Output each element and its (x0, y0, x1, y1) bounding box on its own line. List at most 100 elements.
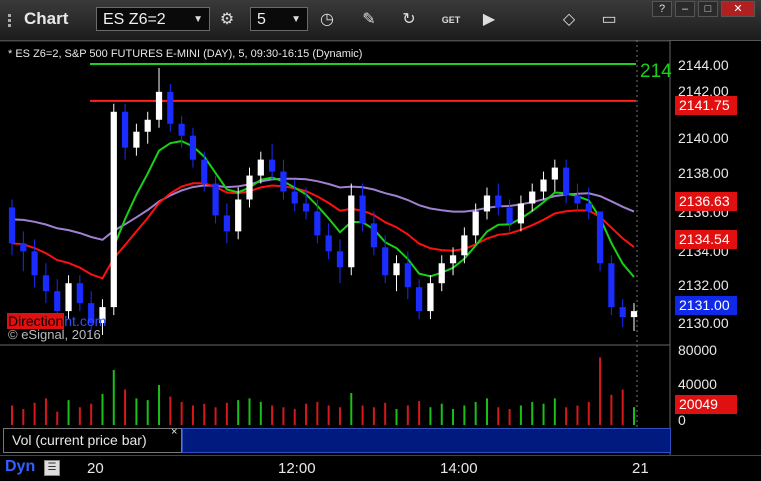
time-axis: Dyn ☰ 20 12:00 14:00 21 (0, 455, 761, 481)
candle-body (585, 203, 592, 212)
candle-body (359, 195, 366, 224)
candle-body (257, 159, 264, 176)
candle-body (167, 91, 174, 124)
candle-body (438, 263, 445, 284)
settings-gear-icon[interactable]: ⚙ (216, 9, 238, 31)
candle-body (280, 171, 287, 192)
candle-body (517, 203, 525, 224)
window-title: Chart (24, 9, 69, 28)
help-label: ? (658, 3, 666, 15)
minimize-label: – (681, 3, 689, 15)
volume-tick: 0 (678, 412, 686, 428)
candle-body (31, 251, 38, 276)
volume-panel-label[interactable]: Vol (current price bar) (3, 428, 182, 453)
close-icon[interactable]: × (171, 426, 177, 438)
green-moving-average (112, 140, 635, 278)
maximize-button[interactable]: □ (698, 1, 718, 17)
candle-body (314, 211, 321, 236)
candle-body (54, 291, 61, 312)
price-tick: 2138.00 (678, 165, 729, 181)
price-tick: 2132.00 (678, 277, 729, 293)
toolbar: Chart ES Z6=2 ▼ ⚙ 5 ▼ ◷ ✎ ↻ GET ▶ ◇ ▭ ? … (0, 0, 761, 41)
chart-plot (0, 40, 671, 455)
candle-body (449, 255, 457, 264)
candle-body (551, 167, 558, 180)
grip-icon (8, 14, 11, 27)
chevron-down-icon: ▼ (291, 14, 301, 25)
minimize-button[interactable]: – (675, 1, 695, 17)
candle-body (65, 283, 72, 312)
green-line-label: 214 (640, 61, 672, 82)
chart-window: Chart ES Z6=2 ▼ ⚙ 5 ▼ ◷ ✎ ↻ GET ▶ ◇ ▭ ? … (0, 0, 761, 481)
candle-body (563, 167, 570, 196)
candle-body (189, 135, 197, 160)
candle-body (619, 307, 626, 318)
candle-body (246, 175, 253, 200)
volume-tag: 20049 (675, 395, 737, 414)
volume-tick: 40000 (678, 376, 717, 392)
copyright: © eSignal, 2016 (8, 327, 101, 342)
candle-body (155, 91, 163, 120)
price-tag-red-line: 2141.75 (675, 96, 737, 115)
candle-body (235, 199, 242, 232)
candle-body (121, 111, 129, 148)
candle-body (212, 183, 219, 216)
clock-icon[interactable]: ◷ (316, 9, 338, 31)
candle-body (178, 123, 185, 136)
refresh-icon[interactable]: ↻ (398, 9, 420, 31)
candle-body (110, 111, 117, 308)
candle-body (291, 191, 298, 204)
chart-legend: * ES Z6=2, S&P 500 FUTURES E-MINI (DAY),… (8, 48, 363, 60)
candle-body (133, 131, 140, 148)
help-button[interactable]: ? (652, 1, 672, 17)
candle-body (20, 243, 27, 252)
candle-body (404, 263, 411, 288)
comment-icon[interactable]: ▭ (598, 9, 620, 31)
interval-select[interactable]: 5 ▼ (250, 7, 308, 31)
red-moving-average (11, 182, 635, 280)
symbol-value: ES Z6=2 (103, 11, 166, 28)
diamond-tool-icon[interactable]: ◇ (558, 9, 580, 31)
candle-body (302, 203, 310, 212)
maximize-label: □ (704, 3, 712, 15)
time-tick: 20 (87, 460, 104, 477)
candle-body (608, 263, 615, 308)
candle-body (506, 207, 513, 224)
candle-body (144, 119, 151, 132)
volume-tick: 80000 (678, 342, 717, 358)
symbol-select[interactable]: ES Z6=2 ▼ (96, 7, 210, 31)
candle-body (416, 287, 423, 312)
candle-body (472, 211, 479, 236)
price-tag-ma: 2136.63 (675, 192, 737, 211)
candle-body (540, 179, 547, 192)
candle-body (325, 235, 332, 252)
get-icon[interactable]: GET (440, 9, 462, 31)
calendar-icon[interactable]: ☰ (44, 460, 60, 476)
volume-panel-bar (182, 428, 671, 453)
dynamic-button[interactable]: Dyn (5, 458, 35, 476)
candle-body (268, 159, 276, 172)
candle-body (348, 195, 355, 268)
candle-body (76, 283, 83, 304)
candle-body (630, 311, 638, 318)
candle-body (393, 263, 400, 276)
pencil-icon[interactable]: ✎ (358, 9, 380, 31)
candle-body (370, 223, 378, 248)
interval-value: 5 (257, 11, 266, 28)
price-tick: 2130.00 (678, 315, 729, 331)
candle-body (495, 195, 502, 208)
price-tick: 2144.00 (678, 57, 729, 73)
candle-body (336, 251, 344, 268)
price-tick: 2140.00 (678, 130, 729, 146)
price-tag-ma-fast: 2134.54 (675, 230, 737, 249)
close-label: ✕ (733, 3, 743, 15)
close-button[interactable]: ✕ (721, 1, 755, 17)
candle-body (382, 247, 389, 276)
chevron-down-icon: ▼ (193, 14, 203, 25)
play-icon[interactable]: ▶ (478, 9, 500, 31)
time-tick: 21 (632, 460, 649, 477)
candle-body (483, 195, 491, 212)
candle-body (427, 283, 434, 312)
candle-body (201, 159, 208, 184)
candle-body (529, 191, 536, 204)
